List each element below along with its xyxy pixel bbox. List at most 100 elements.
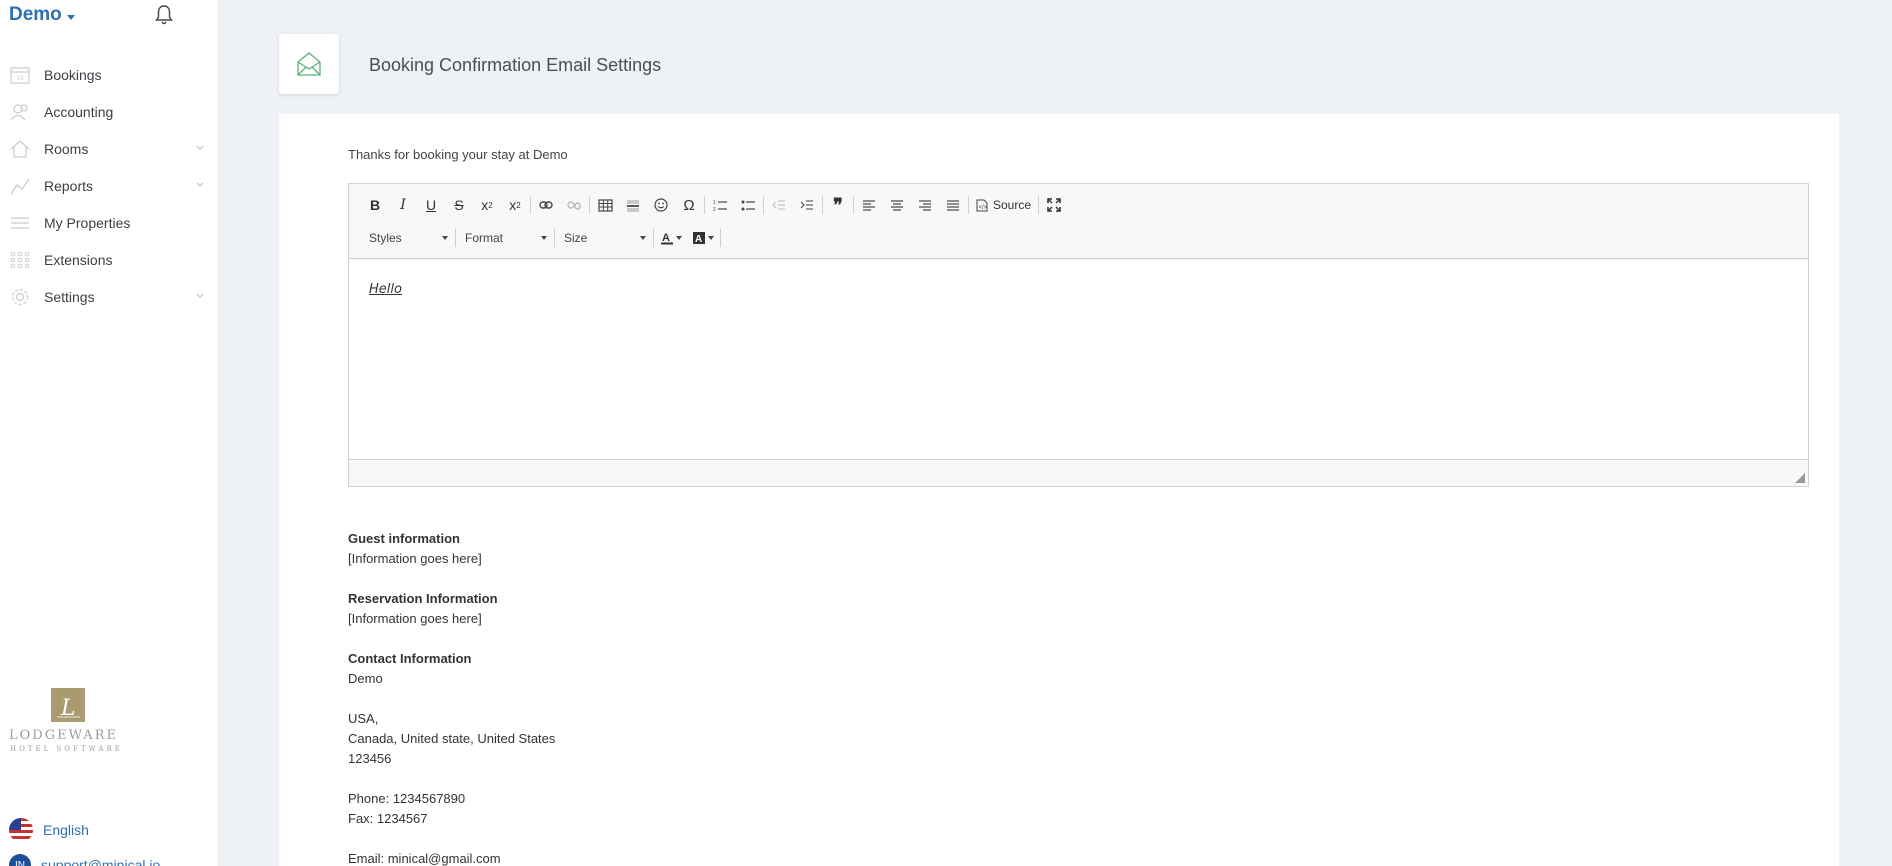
text-color-icon: A (661, 232, 673, 245)
italic-button[interactable]: I (389, 193, 417, 217)
horizontal-line-icon (627, 200, 639, 211)
sidebar-item-label: Extensions (44, 251, 113, 268)
background-color-button[interactable]: A (687, 226, 719, 250)
sidebar-item-bookings[interactable]: 15 Bookings (0, 56, 218, 93)
link-button[interactable] (532, 193, 560, 217)
align-left-button[interactable] (855, 193, 883, 217)
editor-content-area[interactable]: Hello (349, 260, 1808, 460)
phone-number: Phone: 1234567890 (348, 791, 466, 806)
chevron-down-icon (196, 182, 204, 187)
caret-down-icon (676, 236, 682, 240)
underline-button[interactable]: U (417, 193, 445, 217)
size-label: Size (564, 231, 588, 245)
caret-down-icon (640, 236, 646, 240)
blockquote-button[interactable]: ❞ (824, 193, 852, 217)
chart-line-icon (10, 178, 30, 195)
property-name: Demo (9, 4, 62, 25)
sidebar-item-settings[interactable]: Settings (0, 278, 218, 315)
settings-panel: Thanks for booking your stay at Demo B I… (279, 114, 1839, 866)
unlink-icon (567, 201, 581, 210)
calendar-icon: 15 (10, 67, 30, 84)
rich-text-editor: B I U S x2 x2 Ω 1 2 ❞ </> Source Styles … (348, 183, 1809, 487)
maximize-button[interactable] (1040, 193, 1068, 217)
increase-indent-button[interactable] (793, 193, 821, 217)
svg-text:2: 2 (713, 207, 716, 212)
strikethrough-button[interactable]: S (445, 193, 473, 217)
sidebar-item-label: Bookings (44, 66, 102, 83)
superscript-button[interactable]: x2 (501, 193, 529, 217)
sidebar-item-my-properties[interactable]: My Properties (0, 204, 218, 241)
bulleted-list-icon (741, 200, 755, 210)
table-button[interactable] (591, 193, 619, 217)
sidebar-item-label: Settings (44, 288, 95, 305)
special-character-button[interactable]: Ω (675, 193, 703, 217)
justify-button[interactable] (939, 193, 967, 217)
align-right-button[interactable] (911, 193, 939, 217)
link-icon (539, 201, 553, 209)
sidebar-item-extensions[interactable]: Extensions (0, 241, 218, 278)
reservation-info-text: [Information goes here] (348, 611, 482, 626)
svg-text:HOTEL SOFTWARE: HOTEL SOFTWARE (10, 745, 123, 753)
caret-down-icon (541, 236, 547, 240)
sidebar-item-accounting[interactable]: Accounting (0, 93, 218, 130)
format-dropdown[interactable]: Format (457, 226, 553, 250)
editor-toolbar: B I U S x2 x2 Ω 1 2 ❞ </> Source Styles … (349, 184, 1808, 259)
gear-icon (11, 288, 29, 306)
reservation-info-heading: Reservation Information (348, 591, 498, 606)
styles-label: Styles (369, 231, 402, 245)
language-selector[interactable]: English (9, 818, 89, 842)
unlink-button[interactable] (560, 193, 588, 217)
indent-icon (800, 200, 813, 210)
maximize-icon (1047, 198, 1061, 212)
language-label: English (43, 822, 89, 838)
list-icon (11, 217, 29, 229)
subscript-button[interactable]: x2 (473, 193, 501, 217)
contact-name: Demo (348, 671, 383, 686)
bold-button[interactable]: B (361, 193, 389, 217)
sidebar-item-rooms[interactable]: Rooms (0, 130, 218, 167)
postal-code: 123456 (348, 751, 392, 766)
home-icon (10, 140, 30, 158)
text-color-button[interactable]: A (655, 226, 687, 250)
align-right-icon (919, 200, 931, 211)
support-account[interactable]: IN support@minical.io (9, 854, 160, 866)
email-intro-text: Thanks for booking your stay at Demo (348, 147, 568, 162)
styles-dropdown[interactable]: Styles (361, 226, 454, 250)
numbered-list-icon: 12 (713, 200, 727, 212)
caret-down-icon (442, 236, 448, 240)
outdent-icon (772, 200, 785, 210)
page-icon-box (279, 34, 339, 94)
resize-handle-icon[interactable] (1795, 473, 1805, 483)
property-switcher[interactable]: Demo (9, 4, 75, 26)
chevron-down-icon (196, 293, 204, 298)
background-color-icon: A (693, 232, 705, 245)
numbered-list-button[interactable]: 12 (706, 193, 734, 217)
svg-text:A: A (695, 234, 702, 245)
sidebar-item-label: Rooms (44, 140, 89, 157)
grid-icon (10, 251, 30, 269)
svg-text:1: 1 (713, 200, 716, 206)
bell-icon[interactable] (154, 4, 174, 26)
svg-text:A: A (662, 232, 670, 244)
smiley-icon (654, 198, 668, 212)
justify-icon (947, 200, 959, 211)
decrease-indent-button[interactable] (765, 193, 793, 217)
sidebar-nav: 15 Bookings Accounting Rooms Reports My … (0, 56, 218, 315)
smiley-button[interactable] (647, 193, 675, 217)
horizontal-line-button[interactable] (619, 193, 647, 217)
address-line-1: USA, (348, 711, 379, 726)
table-icon (597, 198, 613, 212)
sidebar-item-reports[interactable]: Reports (0, 167, 218, 204)
svg-text:</>: </> (979, 205, 988, 211)
source-button[interactable]: </> Source (970, 193, 1037, 217)
size-dropdown[interactable]: Size (556, 226, 652, 250)
svg-text:15: 15 (17, 76, 24, 82)
align-center-button[interactable] (883, 193, 911, 217)
lodgeware-logo: L LODGEWARE HOTEL SOFTWARE (8, 688, 130, 760)
users-icon (10, 104, 28, 121)
support-email: support@minical.io (41, 857, 161, 866)
bulleted-list-button[interactable] (734, 193, 762, 217)
page-title: Booking Confirmation Email Settings (369, 55, 662, 75)
format-label: Format (465, 231, 504, 245)
avatar: IN (9, 854, 31, 866)
